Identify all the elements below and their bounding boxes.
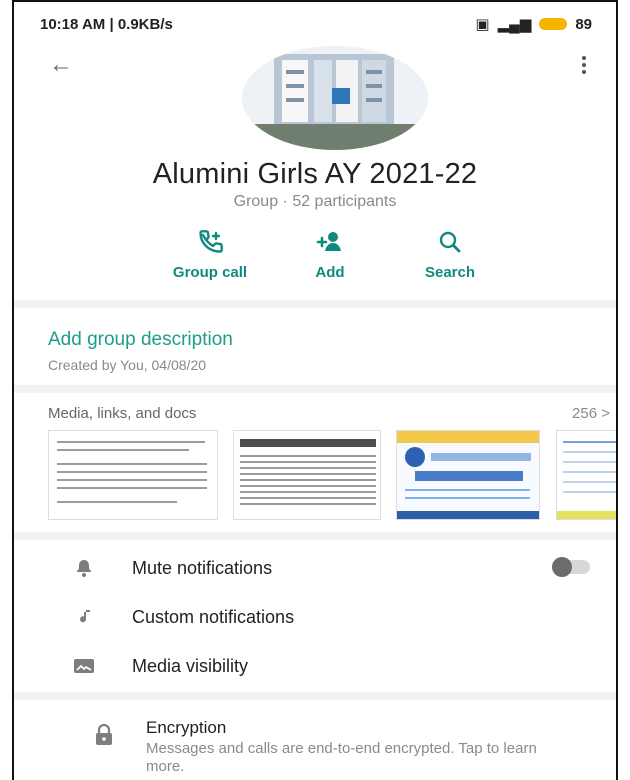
add-button[interactable]: Add: [280, 228, 380, 288]
group-actions: Group call Add Search: [160, 228, 500, 288]
media-visibility-icon: [56, 657, 112, 675]
signal-icon: ▂▄▆: [497, 16, 532, 33]
media-thumb-2[interactable]: [233, 430, 381, 520]
add-label: Add: [315, 264, 345, 281]
mute-notifications-toggle[interactable]: [552, 557, 590, 577]
group-call-icon: [199, 230, 223, 253]
group-call-button[interactable]: Group call: [160, 228, 260, 288]
custom-notifications-row[interactable]: Custom notifications: [14, 593, 616, 641]
section-divider-4: [14, 692, 616, 700]
search-label: Search: [424, 264, 476, 281]
mute-notifications-row[interactable]: Mute notifications: [14, 544, 616, 592]
more-options-button[interactable]: [576, 52, 592, 78]
add-person-icon: [316, 232, 341, 251]
media-count[interactable]: 256 >: [572, 405, 610, 422]
media-links-docs-title: Media, links, and docs: [48, 405, 197, 422]
group-title: Alumini Girls AY 2021-22: [152, 158, 478, 190]
media-thumbnails: [48, 430, 616, 522]
media-thumb-3[interactable]: [396, 430, 540, 520]
section-divider-3: [14, 532, 616, 540]
music-note-icon: [56, 606, 112, 628]
media-visibility-row[interactable]: Media visibility: [14, 642, 616, 690]
battery-icon: [539, 18, 568, 30]
status-right: ▣ ▂▄▆ 89: [475, 15, 592, 34]
group-call-label: Group call: [172, 264, 248, 281]
media-thumb-4[interactable]: [556, 430, 616, 520]
section-divider-2: [14, 385, 616, 393]
custom-notifications-label: Custom notifications: [132, 606, 295, 627]
group-subtitle: Group · 52 participants: [233, 193, 397, 210]
battery-level: 89: [575, 15, 592, 33]
back-arrow-icon: ←: [49, 51, 73, 78]
group-avatar[interactable]: [242, 46, 428, 150]
encryption-title: Encryption: [146, 718, 227, 737]
search-button[interactable]: Search: [400, 228, 500, 288]
encryption-section[interactable]: Encryption Messages and calls are end-to…: [146, 718, 576, 776]
more-dot-1: [582, 56, 586, 60]
search-icon: [439, 231, 461, 253]
encryption-description: Messages and calls are end-to-end encryp…: [146, 740, 537, 775]
back-button[interactable]: ←: [48, 51, 74, 78]
bell-icon: [56, 557, 112, 579]
media-links-docs-header[interactable]: Media, links, and docs 256 >: [48, 405, 616, 422]
sim-icon: ▣: [475, 16, 490, 33]
building-photo-icon: [242, 46, 428, 150]
mute-notifications-label: Mute notifications: [132, 557, 273, 578]
media-thumb-1[interactable]: [48, 430, 218, 520]
add-group-description-link[interactable]: Add group description: [48, 329, 233, 351]
more-dot-3: [582, 70, 586, 74]
created-info: Created by You, 04/08/20: [48, 357, 207, 373]
status-bar: 10:18 AM | 0.9KB/s ▣ ▂▄▆ 89: [14, 2, 616, 46]
mute-toggle-knob: [552, 557, 572, 577]
media-visibility-label: Media visibility: [132, 655, 249, 676]
section-divider-1: [14, 300, 616, 308]
lock-icon: [86, 717, 122, 753]
more-dot-2: [582, 63, 586, 67]
status-time-speed: 10:18 AM | 0.9KB/s: [40, 15, 173, 33]
phone-screen: 10:18 AM | 0.9KB/s ▣ ▂▄▆ 89 ← Alumini Gi…: [12, 0, 618, 780]
